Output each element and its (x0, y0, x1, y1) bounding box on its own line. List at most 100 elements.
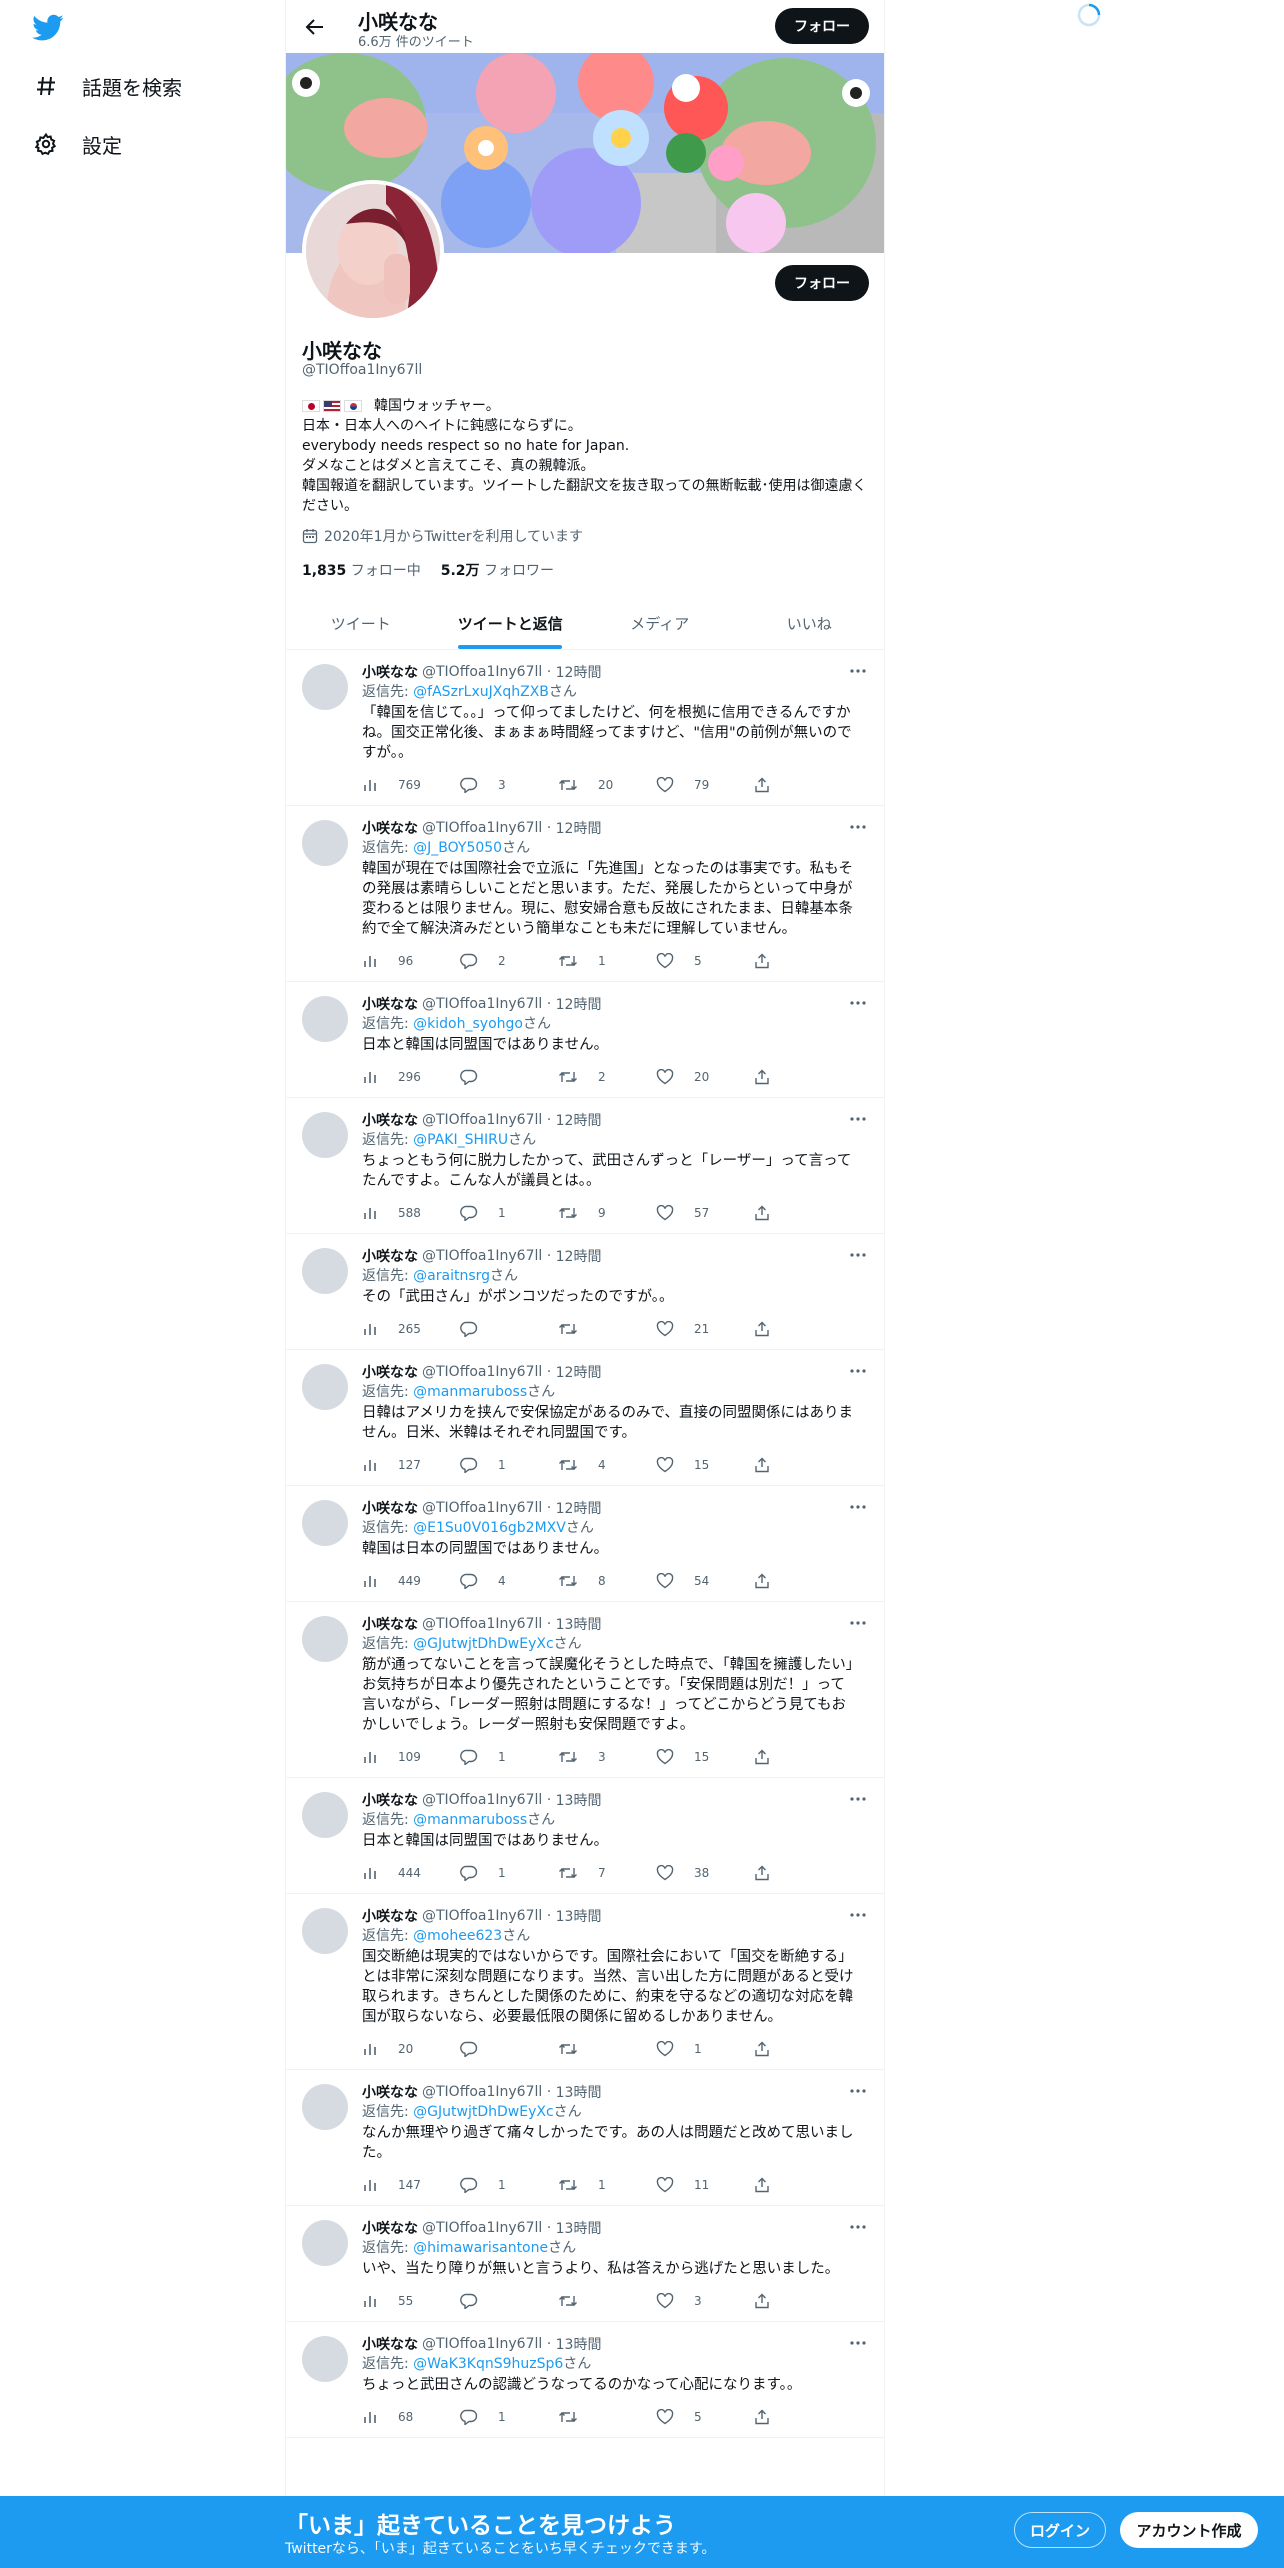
retweet-button[interactable] (558, 1321, 656, 1337)
tweet-time[interactable]: 12時間 (556, 1246, 602, 1266)
more-options-icon[interactable] (848, 2220, 868, 2234)
reply-button[interactable] (460, 2041, 558, 2057)
retweet-button[interactable] (558, 2041, 656, 2057)
reply-mention[interactable]: @kidoh_syohgo (413, 1016, 523, 1032)
more-options-icon[interactable] (848, 1908, 868, 1922)
tweet-author-name[interactable]: 小咲なな (362, 2334, 418, 2354)
reply-button[interactable]: 1 (460, 2177, 558, 2193)
retweet-button[interactable] (558, 2293, 656, 2309)
tweet-author-handle[interactable]: @TIOffoa1Iny67ll (422, 2220, 542, 2236)
tweet-author-handle[interactable]: @TIOffoa1Iny67ll (422, 1500, 542, 1516)
reply-mention[interactable]: @WaK3KqnS9huzSp6 (413, 2356, 563, 2372)
like-button[interactable]: 54 (656, 1573, 754, 1589)
profile-avatar[interactable] (302, 180, 444, 322)
tweet-avatar[interactable] (302, 2220, 348, 2266)
reply-button[interactable] (460, 2293, 558, 2309)
tweet-author-name[interactable]: 小咲なな (362, 662, 418, 682)
like-button[interactable]: 20 (656, 1069, 754, 1085)
share-button[interactable] (754, 1749, 784, 1765)
tweet-author-name[interactable]: 小咲なな (362, 1498, 418, 1518)
like-button[interactable]: 11 (656, 2177, 754, 2193)
retweet-button[interactable]: 2 (558, 1069, 656, 1085)
tweet[interactable]: 小咲なな @TIOffoa1Iny67ll · 12時間 返信先: @J_BOY… (286, 806, 884, 982)
tweet[interactable]: 小咲なな @TIOffoa1Iny67ll · 12時間 返信先: @manma… (286, 1350, 884, 1486)
reply-button[interactable]: 2 (460, 953, 558, 969)
views-button[interactable]: 444 (362, 1865, 460, 1881)
tab-media[interactable]: メディア (585, 598, 735, 649)
share-button[interactable] (754, 1205, 784, 1221)
tweet-author-handle[interactable]: @TIOffoa1Iny67ll (422, 1792, 542, 1808)
views-button[interactable]: 20 (362, 2041, 460, 2057)
like-button[interactable]: 5 (656, 2409, 754, 2425)
tweet[interactable]: 小咲なな @TIOffoa1Iny67ll · 13時間 返信先: @mohee… (286, 1894, 884, 2070)
login-button[interactable]: ログイン (1014, 2512, 1106, 2548)
tweet-author-name[interactable]: 小咲なな (362, 818, 418, 838)
tweet-avatar[interactable] (302, 1364, 348, 1410)
share-button[interactable] (754, 2177, 784, 2193)
reply-button[interactable] (460, 1069, 558, 1085)
tweet-author-handle[interactable]: @TIOffoa1Iny67ll (422, 1616, 542, 1632)
tweet-time[interactable]: 13時間 (556, 2334, 602, 2354)
profile-follow-button[interactable]: フォロー (775, 265, 869, 301)
reply-mention[interactable]: @himawarisantone (413, 2240, 548, 2256)
views-button[interactable]: 265 (362, 1321, 460, 1337)
tweet-author-handle[interactable]: @TIOffoa1Iny67ll (422, 820, 542, 836)
share-button[interactable] (754, 1321, 784, 1337)
views-button[interactable]: 55 (362, 2293, 460, 2309)
reply-button[interactable]: 1 (460, 1865, 558, 1881)
reply-mention[interactable]: @E1Su0V016gb2MXV (413, 1520, 566, 1536)
tweet-time[interactable]: 12時間 (556, 818, 602, 838)
tweet-author-handle[interactable]: @TIOffoa1Iny67ll (422, 1112, 542, 1128)
retweet-button[interactable] (558, 2409, 656, 2425)
more-options-icon[interactable] (848, 1616, 868, 1630)
like-button[interactable]: 57 (656, 1205, 754, 1221)
reply-button[interactable]: 3 (460, 777, 558, 793)
header-follow-button[interactable]: フォロー (775, 8, 869, 44)
reply-mention[interactable]: @GJutwjtDhDwEyXc (413, 2104, 553, 2120)
tweet-author-handle[interactable]: @TIOffoa1Iny67ll (422, 1908, 542, 1924)
reply-mention[interactable]: @mohee623 (413, 1928, 502, 1944)
tweet-author-name[interactable]: 小咲なな (362, 994, 418, 1014)
views-button[interactable]: 109 (362, 1749, 460, 1765)
views-button[interactable]: 296 (362, 1069, 460, 1085)
tweet-avatar[interactable] (302, 996, 348, 1042)
reply-mention[interactable]: @fASzrLxuJXqhZXB (413, 684, 549, 700)
tweet-avatar[interactable] (302, 1112, 348, 1158)
more-options-icon[interactable] (848, 664, 868, 678)
tweet-author-name[interactable]: 小咲なな (362, 2082, 418, 2102)
tweet-time[interactable]: 12時間 (556, 1110, 602, 1130)
retweet-button[interactable]: 8 (558, 1573, 656, 1589)
tweet-author-name[interactable]: 小咲なな (362, 1110, 418, 1130)
retweet-button[interactable]: 1 (558, 953, 656, 969)
reply-mention[interactable]: @J_BOY5050 (413, 840, 502, 856)
share-button[interactable] (754, 2409, 784, 2425)
tweet[interactable]: 小咲なな @TIOffoa1Iny67ll · 13時間 返信先: @GJutw… (286, 1602, 884, 1778)
tweet-avatar[interactable] (302, 2336, 348, 2382)
tweet-author-name[interactable]: 小咲なな (362, 2218, 418, 2238)
retweet-button[interactable]: 3 (558, 1749, 656, 1765)
more-options-icon[interactable] (848, 1248, 868, 1262)
reply-button[interactable]: 4 (460, 1573, 558, 1589)
views-button[interactable]: 96 (362, 953, 460, 969)
tweet-author-handle[interactable]: @TIOffoa1Iny67ll (422, 664, 542, 680)
tweet-author-handle[interactable]: @TIOffoa1Iny67ll (422, 2084, 542, 2100)
like-button[interactable]: 3 (656, 2293, 754, 2309)
tweet-author-name[interactable]: 小咲なな (362, 1790, 418, 1810)
share-button[interactable] (754, 777, 784, 793)
tweet-avatar[interactable] (302, 2084, 348, 2130)
tweet-avatar[interactable] (302, 1500, 348, 1546)
views-button[interactable]: 147 (362, 2177, 460, 2193)
tweet-time[interactable]: 12時間 (556, 994, 602, 1014)
tweet-avatar[interactable] (302, 1792, 348, 1838)
more-options-icon[interactable] (848, 820, 868, 834)
more-options-icon[interactable] (848, 1112, 868, 1126)
like-button[interactable]: 15 (656, 1749, 754, 1765)
tweet-time[interactable]: 13時間 (556, 2218, 602, 2238)
tab-tweets[interactable]: ツイート (286, 598, 436, 649)
tweet-avatar[interactable] (302, 820, 348, 866)
like-button[interactable]: 15 (656, 1457, 754, 1473)
reply-mention[interactable]: @manmaruboss (413, 1384, 527, 1400)
tweet-author-handle[interactable]: @TIOffoa1Iny67ll (422, 1364, 542, 1380)
tweet-author-handle[interactable]: @TIOffoa1Iny67ll (422, 996, 542, 1012)
like-button[interactable]: 38 (656, 1865, 754, 1881)
